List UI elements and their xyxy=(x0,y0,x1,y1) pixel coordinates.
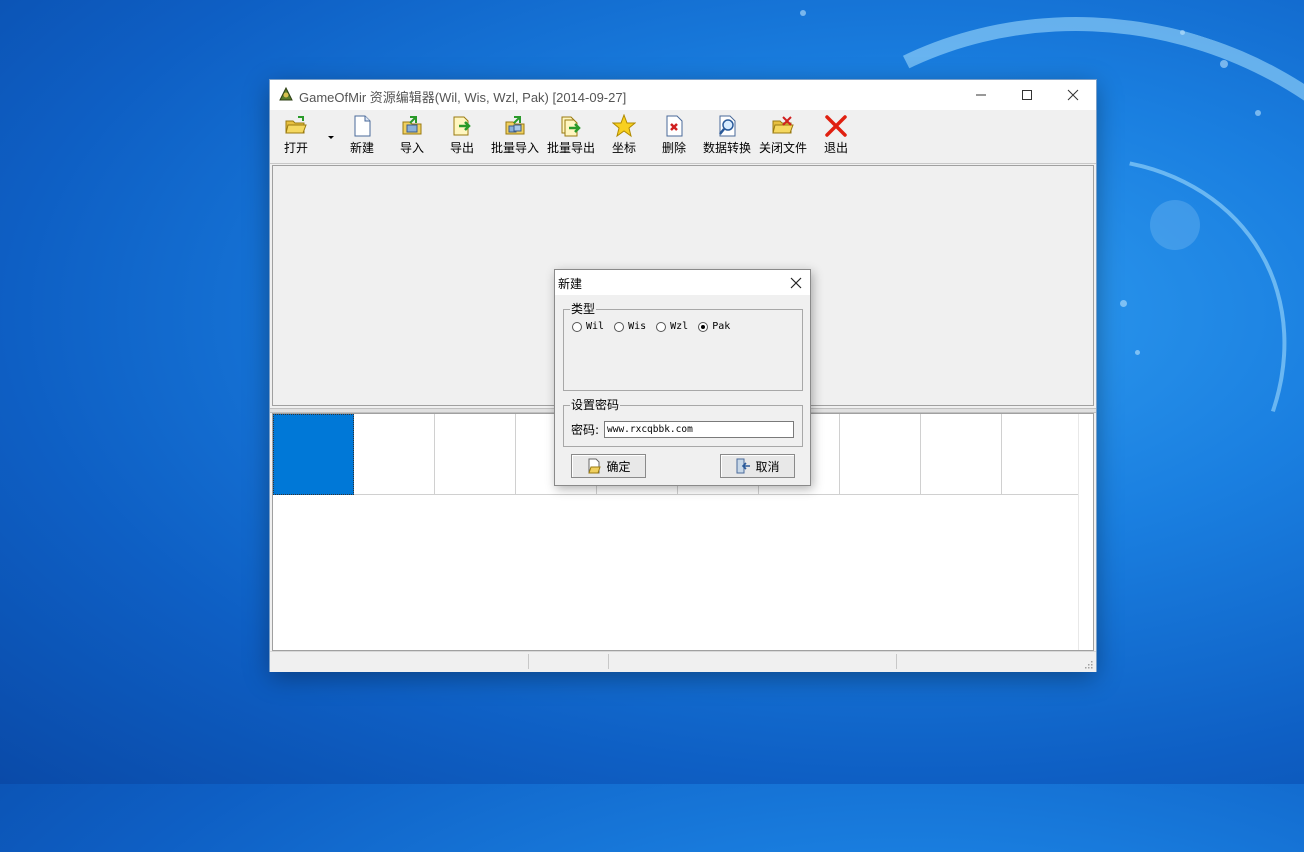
radio-wis-circle[interactable] xyxy=(614,321,625,332)
close-icon xyxy=(790,277,802,289)
toolbar-convert-button[interactable]: 数据转换 xyxy=(703,114,751,160)
chevron-down-icon[interactable] xyxy=(326,132,336,142)
delete-icon xyxy=(666,115,683,137)
toolbar-export-button[interactable]: 导出 xyxy=(450,114,474,160)
cancel-button[interactable]: 取消 xyxy=(720,454,795,478)
status-segment xyxy=(270,654,529,669)
dialog-close-button[interactable] xyxy=(786,273,806,293)
radio-pak[interactable]: Pak xyxy=(698,321,730,332)
resize-grip-icon[interactable] xyxy=(1083,659,1093,669)
radio-wil-circle[interactable] xyxy=(572,321,582,332)
toolbar-delete-label: 删除 xyxy=(662,141,687,155)
password-label: 密码: xyxy=(571,423,600,437)
password-groupbox: 设置密码 密码: xyxy=(563,398,803,447)
desktop-bokeh xyxy=(1120,300,1127,307)
new-dialog: 新建 类型 Wil Wis Wzl Pak 设置密码 密码: www.rxcqb… xyxy=(554,269,811,486)
vertical-scrollbar[interactable] xyxy=(1078,414,1093,650)
star-icon xyxy=(612,114,636,138)
batch-import-icon xyxy=(505,116,525,135)
toolbar-batch-import-button[interactable]: 批量导入 xyxy=(491,114,539,160)
toolbar-export-label: 导出 xyxy=(450,141,475,155)
toolbar-exit-button[interactable]: 退出 xyxy=(824,114,848,160)
dialog-title-bar[interactable]: 新建 xyxy=(555,270,810,295)
minimize-button[interactable] xyxy=(958,80,1004,110)
toolbar-new-label: 新建 xyxy=(350,141,375,155)
toolbar-batch-export-button[interactable]: 批量导出 xyxy=(547,114,595,160)
image-grid-cell[interactable] xyxy=(840,414,921,495)
minimize-icon xyxy=(976,94,986,96)
desktop-bokeh xyxy=(1220,60,1228,68)
password-input[interactable] xyxy=(604,421,794,438)
ok-button-label: 确定 xyxy=(606,459,631,474)
new-file-icon xyxy=(354,115,371,137)
export-icon xyxy=(453,116,471,136)
type-group-legend: 类型 xyxy=(570,302,597,316)
toolbar-open-button[interactable]: 打开 xyxy=(284,114,308,160)
radio-wzl-circle[interactable] xyxy=(656,321,667,332)
batch-export-icon xyxy=(561,116,581,137)
radio-wil-label: Wil xyxy=(586,321,605,332)
ok-button[interactable]: 确定 xyxy=(571,454,646,478)
image-grid-cell[interactable] xyxy=(435,414,516,495)
image-grid-cell-selected[interactable] xyxy=(273,414,354,495)
toolbar-batch-import-label: 批量导入 xyxy=(491,141,540,155)
radio-wis[interactable]: Wis xyxy=(614,321,646,332)
image-grid-cell[interactable] xyxy=(354,414,435,495)
desktop-bokeh xyxy=(1135,350,1140,355)
convert-icon xyxy=(719,115,736,137)
image-grid-cell[interactable] xyxy=(1002,414,1083,495)
radio-pak-label: Pak xyxy=(712,321,731,332)
toolbar-convert-label: 数据转换 xyxy=(703,141,752,155)
exit-door-icon xyxy=(736,458,751,474)
type-radio-group: Wil Wis Wzl Pak xyxy=(572,321,730,332)
window-title: GameOfMir 资源编辑器(Wil, Wis, Wzl, Pak) [201… xyxy=(299,90,627,105)
radio-wzl-label: Wzl xyxy=(670,321,689,332)
toolbar-close-file-button[interactable]: 关闭文件 xyxy=(759,114,807,160)
radio-wzl[interactable]: Wzl xyxy=(656,321,688,332)
toolbar-open-label: 打开 xyxy=(284,141,309,155)
toolbar-import-button[interactable]: 导入 xyxy=(400,114,424,160)
desktop-bokeh xyxy=(1255,110,1261,116)
toolbar-exit-label: 退出 xyxy=(824,141,849,155)
import-icon xyxy=(402,116,422,135)
status-segment xyxy=(609,654,897,669)
toolbar: 打开 新建 导入 导出 批量导入 批量导出 坐标 删除 数据转换 关闭文件 退出 xyxy=(270,110,1096,164)
toolbar-coordinates-label: 坐标 xyxy=(612,141,637,155)
exit-icon xyxy=(825,115,847,137)
image-grid-cell[interactable] xyxy=(921,414,1002,495)
app-icon xyxy=(279,86,293,101)
dialog-title: 新建 xyxy=(558,277,583,291)
desktop-bokeh xyxy=(800,10,806,16)
desktop-bokeh xyxy=(1180,30,1185,35)
title-bar[interactable]: GameOfMir 资源编辑器(Wil, Wis, Wzl, Pak) [201… xyxy=(270,80,1096,110)
ok-document-icon xyxy=(588,458,602,474)
toolbar-import-label: 导入 xyxy=(400,141,425,155)
folder-open-icon xyxy=(285,116,307,134)
toolbar-new-button[interactable]: 新建 xyxy=(350,114,374,160)
toolbar-delete-button[interactable]: 删除 xyxy=(662,114,686,160)
close-file-icon xyxy=(772,116,794,134)
status-segment xyxy=(529,654,609,669)
radio-wil[interactable]: Wil xyxy=(572,321,604,332)
radio-wis-label: Wis xyxy=(628,321,647,332)
status-bar xyxy=(270,651,1096,672)
password-group-legend: 设置密码 xyxy=(570,398,621,412)
maximize-icon xyxy=(1022,90,1032,100)
maximize-button[interactable] xyxy=(1004,80,1050,110)
cancel-button-label: 取消 xyxy=(755,459,780,474)
desktop-bokeh xyxy=(1150,200,1200,250)
toolbar-coordinates-button[interactable]: 坐标 xyxy=(612,114,636,160)
close-button[interactable] xyxy=(1050,80,1096,110)
toolbar-batch-export-label: 批量导出 xyxy=(547,141,596,155)
radio-pak-circle[interactable] xyxy=(698,321,709,332)
type-groupbox: 类型 Wil Wis Wzl Pak xyxy=(563,302,803,391)
toolbar-close-file-label: 关闭文件 xyxy=(759,141,808,155)
close-icon xyxy=(1067,89,1079,101)
